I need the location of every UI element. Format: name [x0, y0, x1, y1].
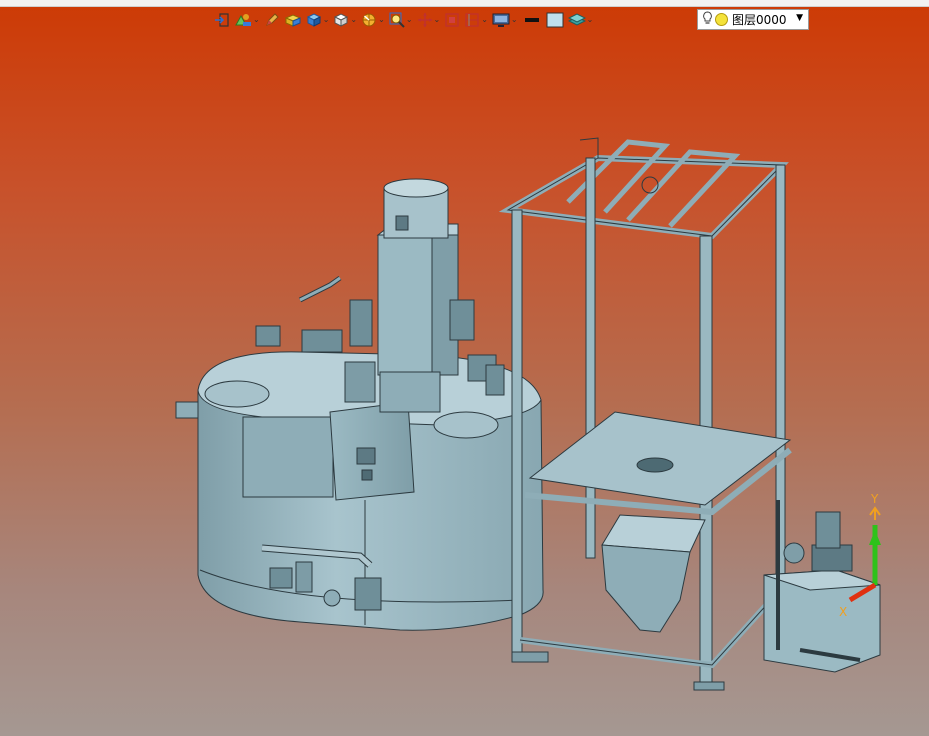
- dosing-tank-assembly: [175, 178, 544, 631]
- cad-model-scene: Y X: [175, 137, 881, 691]
- triad-x-label: X: [839, 605, 847, 619]
- triad-y-label: Y: [870, 492, 879, 506]
- bag-unloader-frame: [498, 137, 792, 691]
